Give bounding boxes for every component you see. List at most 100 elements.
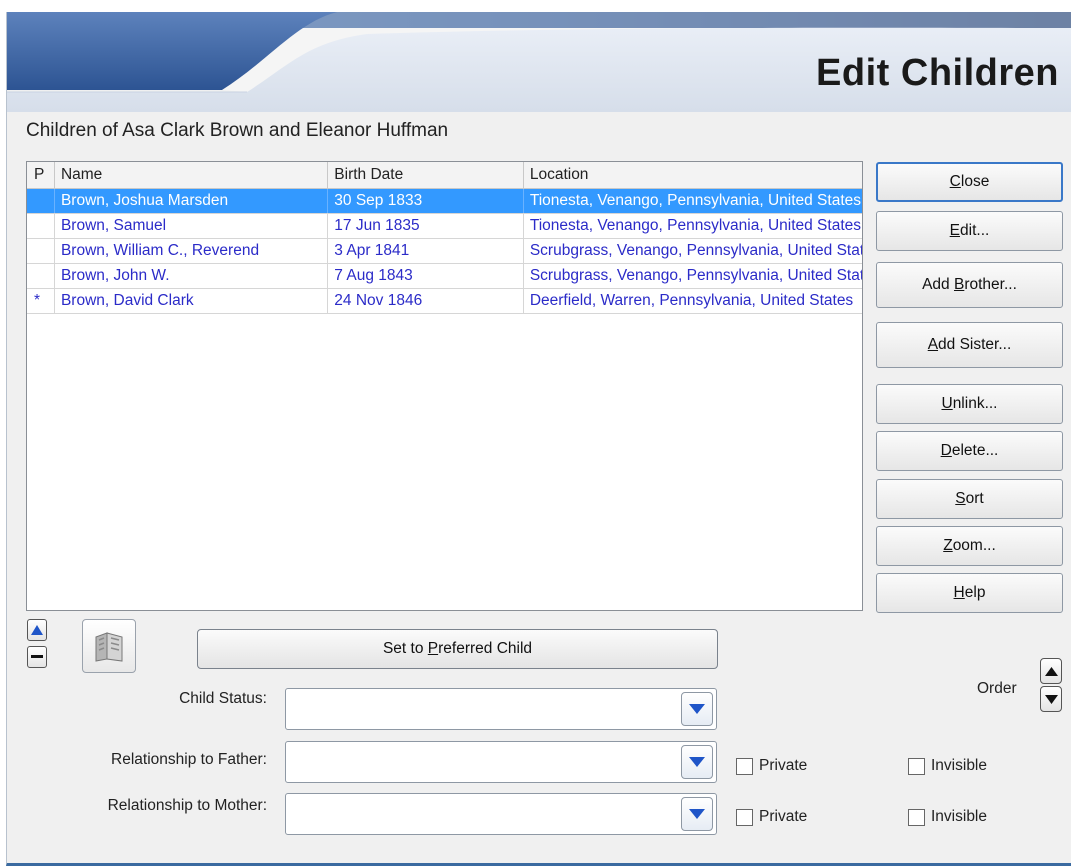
column-header-birth-date[interactable]: Birth Date (328, 162, 524, 188)
family-subtitle: Children of Asa Clark Brown and Eleanor … (26, 120, 449, 141)
column-header-location[interactable]: Location (524, 162, 862, 188)
child-name: Brown, David Clark (55, 289, 329, 313)
child-name: Brown, John W. (55, 264, 329, 288)
add-brother-label-post: rother... (964, 276, 1017, 293)
delete-button[interactable]: Delete... (876, 431, 1063, 471)
mother-invisible-box[interactable] (908, 808, 925, 826)
move-up-button[interactable] (27, 619, 47, 641)
preferred-label-post: referred Child (438, 640, 533, 657)
child-status-label: Child Status: (179, 690, 267, 707)
child-status-dropdown-button[interactable] (681, 692, 713, 726)
father-private-checkbox[interactable]: Private (736, 757, 807, 775)
mother-private-checkbox[interactable]: Private (736, 808, 807, 826)
child-birth-date: 3 Apr 1841 (328, 239, 524, 263)
add-sister-button[interactable]: Add Sister... (876, 322, 1063, 368)
father-private-box[interactable] (736, 757, 753, 775)
edit-children-window: Edit Children Children of Asa Clark Brow… (6, 12, 1071, 866)
child-row[interactable]: Brown, Joshua Marsden 30 Sep 1833 Tiones… (27, 189, 862, 214)
unlink-access-key: U (941, 395, 953, 412)
sort-access-key: S (955, 490, 966, 507)
preferred-marker: * (27, 289, 55, 313)
mother-invisible-checkbox[interactable]: Invisible (908, 808, 987, 826)
book-icon (95, 632, 123, 662)
column-header-name[interactable]: Name (55, 162, 329, 188)
triangle-up-icon (31, 625, 43, 635)
child-row[interactable]: Brown, Samuel 17 Jun 1835 Tionesta, Vena… (27, 214, 862, 239)
mother-invisible-label: Invisible (931, 808, 987, 825)
close-label-post: lose (960, 173, 990, 190)
source-citation-button[interactable] (82, 619, 136, 673)
child-location: Deerfield, Warren, Pennsylvania, United … (529, 292, 854, 309)
child-row[interactable]: Brown, John W. 7 Aug 1843 Scrubgrass, Ve… (27, 264, 862, 289)
order-label: Order (977, 680, 1017, 697)
close-access-key: C (949, 173, 961, 190)
child-birth-date: 7 Aug 1843 (328, 264, 524, 288)
relationship-mother-select[interactable] (285, 793, 717, 835)
edit-label-post: dit... (960, 222, 990, 239)
edit-access-key: E (949, 222, 961, 239)
child-row[interactable]: Brown, William C., Reverend 3 Apr 1841 S… (27, 239, 862, 264)
child-location: Scrubgrass, Venango, Pennsylvania, Unite… (529, 267, 862, 284)
triangle-up-icon (1044, 666, 1058, 676)
mother-private-label: Private (759, 808, 808, 825)
sort-label-post: ort (965, 490, 984, 507)
child-location: Scrubgrass, Venango, Pennsylvania, Unite… (529, 242, 862, 259)
child-name: Brown, Samuel (55, 214, 329, 238)
father-invisible-checkbox[interactable]: Invisible (908, 757, 987, 775)
relationship-mother-label: Relationship to Mother: (107, 797, 267, 814)
edit-button[interactable]: Edit... (876, 211, 1063, 251)
close-button[interactable]: Close (876, 162, 1063, 202)
add-brother-button[interactable]: Add Brother... (876, 262, 1063, 308)
chevron-down-icon (689, 757, 705, 767)
father-invisible-label: Invisible (931, 757, 987, 774)
help-label-post: elp (964, 584, 986, 601)
delete-label-post: elete... (951, 442, 999, 459)
mother-private-box[interactable] (736, 808, 753, 826)
triangle-down-icon (1044, 694, 1058, 704)
relationship-mother-dropdown-button[interactable] (681, 797, 713, 831)
zoom-access-key: Z (943, 537, 953, 554)
child-location: Tionesta, Venango, Pennsylvania, United … (529, 217, 861, 234)
delete-access-key: D (940, 442, 952, 459)
preferred-marker (27, 239, 55, 263)
help-access-key: H (953, 584, 965, 601)
relationship-father-dropdown-button[interactable] (681, 745, 713, 779)
child-row[interactable]: * Brown, David Clark 24 Nov 1846 Deerfie… (27, 289, 862, 314)
preferred-marker (27, 214, 55, 238)
child-birth-date: 24 Nov 1846 (328, 289, 524, 313)
children-list[interactable]: P Name Birth Date Location Brown, Joshua… (26, 161, 863, 611)
list-header: P Name Birth Date Location (27, 162, 862, 189)
add-sister-label-post: dd Sister... (938, 336, 1012, 353)
zoom-button[interactable]: Zoom... (876, 526, 1063, 566)
preferred-label-pre: Set to (382, 640, 428, 657)
child-name: Brown, William C., Reverend (55, 239, 329, 263)
preferred-marker (27, 189, 55, 213)
sort-button[interactable]: Sort (876, 479, 1063, 519)
add-brother-label-pre: Add (922, 276, 954, 293)
remove-button[interactable] (27, 646, 47, 668)
child-location: Tionesta, Venango, Pennsylvania, United … (529, 192, 861, 209)
chevron-down-icon (689, 704, 705, 714)
minus-icon (31, 655, 43, 658)
child-name: Brown, Joshua Marsden (55, 189, 329, 213)
child-birth-date: 17 Jun 1835 (328, 214, 524, 238)
preferred-access-key: P (427, 640, 439, 657)
relationship-father-select[interactable] (285, 741, 717, 783)
order-down-button[interactable] (1040, 686, 1062, 712)
add-brother-access-key: B (953, 276, 965, 293)
window-title: Edit Children (816, 52, 1059, 94)
help-button[interactable]: Help (876, 573, 1063, 613)
relationship-father-label: Relationship to Father: (111, 751, 267, 768)
child-status-select[interactable] (285, 688, 717, 730)
zoom-label-post: oom... (952, 537, 996, 554)
father-private-label: Private (759, 757, 808, 774)
order-up-button[interactable] (1040, 658, 1062, 684)
preferred-marker (27, 264, 55, 288)
chevron-down-icon (689, 809, 705, 819)
set-preferred-child-button[interactable]: Set to Preferred Child (197, 629, 718, 669)
father-invisible-box[interactable] (908, 757, 925, 775)
add-sister-access-key: A (927, 336, 939, 353)
column-header-preferred[interactable]: P (27, 162, 55, 188)
unlink-label-post: nlink... (952, 395, 998, 412)
unlink-button[interactable]: Unlink... (876, 384, 1063, 424)
